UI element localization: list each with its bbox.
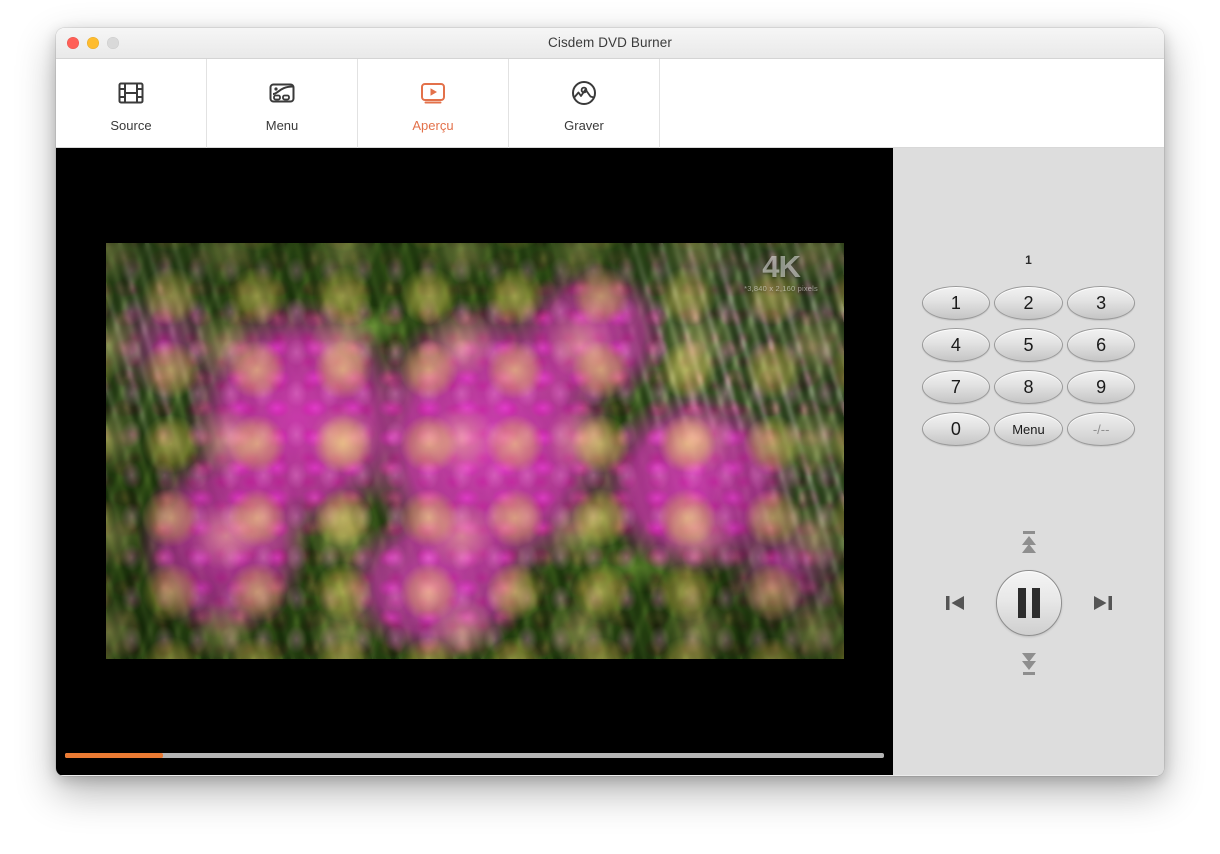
remote-control-panel: 1 1 2 3 4 5 6 7 8 9 0 Menu -/--: [893, 148, 1164, 775]
tab-source-label: Source: [110, 117, 152, 133]
transport-controls: [893, 528, 1164, 688]
tab-source[interactable]: Source: [56, 59, 207, 148]
playback-progress-bar[interactable]: [65, 753, 884, 758]
next-track-icon[interactable]: [1092, 592, 1114, 614]
chapter-number-display: 1: [1025, 253, 1032, 267]
film-strip-icon: [116, 75, 146, 111]
toolbar-empty-space: [660, 59, 1164, 147]
previous-chapter-icon[interactable]: [1018, 530, 1040, 560]
numeric-keypad: 1 2 3 4 5 6 7 8 9 0 Menu -/--: [921, 286, 1136, 446]
tab-graver-label: Graver: [564, 117, 604, 133]
video-stage[interactable]: 4K *3,840 x 2,160 pixels: [56, 148, 893, 775]
tab-menu[interactable]: Menu: [207, 59, 358, 148]
video-preview[interactable]: 4K *3,840 x 2,160 pixels: [106, 243, 844, 659]
window-titlebar: Cisdem DVD Burner: [56, 28, 1164, 59]
key-9[interactable]: 9: [1066, 370, 1136, 404]
desktop-background: Cisdem DVD Burner Source Menu Aperçu Gra…: [0, 0, 1220, 854]
key-2[interactable]: 2: [994, 286, 1063, 320]
key-5[interactable]: 5: [994, 328, 1063, 362]
dvd-menu-icon: [267, 75, 297, 111]
play-pause-button[interactable]: [995, 570, 1062, 636]
key-3[interactable]: 3: [1066, 286, 1136, 320]
burn-disc-icon: [569, 75, 599, 111]
key-7[interactable]: 7: [921, 370, 991, 404]
playback-progress-fill: [65, 753, 164, 758]
app-window: Cisdem DVD Burner Source Menu Aperçu Gra…: [56, 28, 1164, 776]
previous-track-icon[interactable]: [944, 592, 966, 614]
key-4[interactable]: 4: [921, 328, 991, 362]
window-body: 4K *3,840 x 2,160 pixels 1 1 2 3 4 5 6 7…: [56, 148, 1164, 775]
tab-apercu-label: Aperçu: [412, 117, 454, 133]
key-1[interactable]: 1: [921, 286, 991, 320]
tab-graver[interactable]: Graver: [509, 59, 660, 148]
tab-apercu[interactable]: Aperçu: [358, 59, 509, 148]
pause-icon: [1017, 588, 1040, 618]
next-chapter-icon[interactable]: [1018, 646, 1040, 676]
key-8[interactable]: 8: [994, 370, 1063, 404]
video-frame-image: [106, 243, 844, 659]
main-toolbar: Source Menu Aperçu Graver: [56, 59, 1164, 148]
tab-menu-label: Menu: [265, 117, 299, 133]
key-dash[interactable]: -/--: [1066, 412, 1136, 446]
key-menu[interactable]: Menu: [994, 412, 1063, 446]
key-0[interactable]: 0: [921, 412, 991, 446]
key-6[interactable]: 6: [1066, 328, 1136, 362]
preview-play-icon: [418, 75, 448, 111]
window-title: Cisdem DVD Burner: [548, 35, 672, 50]
